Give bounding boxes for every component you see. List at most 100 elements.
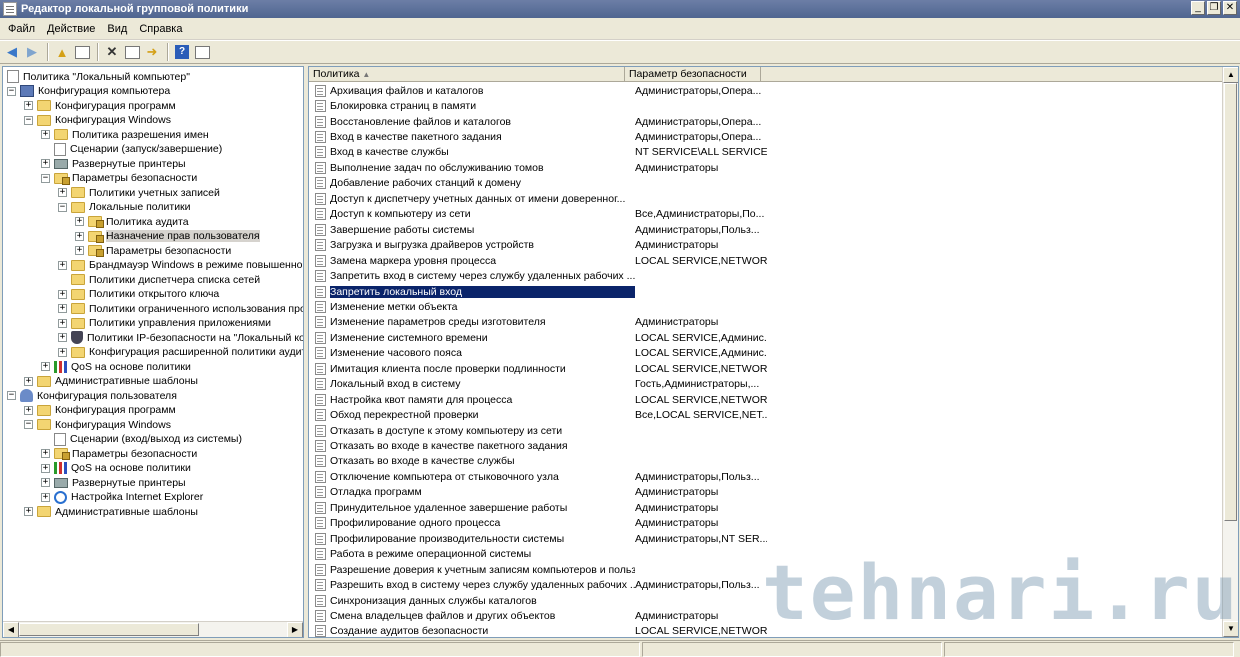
collapse-icon[interactable]: − <box>24 420 33 429</box>
tree-item[interactable]: + Настройка Internet Explorer <box>41 490 203 505</box>
minimize-button[interactable]: _ <box>1191 1 1205 15</box>
expand-icon[interactable]: + <box>41 478 50 487</box>
tree-item[interactable]: + Конфигурация расширенной политики аудит… <box>58 345 303 360</box>
expand-icon[interactable]: + <box>41 159 50 168</box>
tree-item[interactable]: − Локальные политики <box>58 200 191 215</box>
policy-row[interactable]: Профилирование одного процесса Администра… <box>309 516 1224 531</box>
tree-item[interactable]: Сценарии (запуск/завершение) <box>41 142 222 157</box>
collapse-icon[interactable]: − <box>58 202 67 212</box>
policy-row[interactable]: Загрузка и выгрузка драйверов устройств А… <box>309 238 1224 253</box>
tree-item[interactable]: + Назначение прав пользователя <box>75 229 260 244</box>
tree-item[interactable]: + Развернутые принтеры <box>41 475 186 490</box>
expand-icon[interactable]: + <box>58 318 67 328</box>
restore-button[interactable]: ❐ <box>1207 1 1221 15</box>
tree-item[interactable]: + QoS на основе политики <box>41 461 191 476</box>
collapse-icon[interactable]: − <box>7 391 16 400</box>
scroll-left-icon[interactable]: ◀ <box>3 622 19 637</box>
policy-row[interactable]: Блокировка страниц в памяти <box>309 98 1224 113</box>
tree-item[interactable]: + Политики ограниченного использования пр… <box>58 301 303 316</box>
expand-icon[interactable]: + <box>41 362 50 371</box>
expand-icon[interactable]: + <box>41 492 50 502</box>
policy-row[interactable]: Запретить вход в систему через службу уд… <box>309 268 1224 283</box>
tree-item[interactable]: + Развернутые принтеры <box>41 156 186 171</box>
tree-item[interactable]: + Политика аудита <box>75 214 189 229</box>
collapse-icon[interactable]: − <box>24 115 33 125</box>
expand-icon[interactable]: + <box>24 101 33 110</box>
policy-row[interactable]: Отказать в доступе к этому компьютеру из… <box>309 423 1224 438</box>
tree-item[interactable]: + Политики открытого ключа <box>58 287 219 302</box>
properties-icon[interactable] <box>123 43 141 61</box>
tree-item[interactable]: + Брандмауэр Windows в режиме повышенной … <box>58 258 303 273</box>
column-header-policy[interactable]: Политика ▲ <box>309 67 625 82</box>
tree-item[interactable]: − Конфигурация компьютера <box>7 84 170 99</box>
tree-item[interactable]: + Параметры безопасности <box>41 446 197 461</box>
policy-row[interactable]: Запретить локальный вход <box>309 284 1224 299</box>
policy-row[interactable]: Доступ к диспетчеру учетных данных от им… <box>309 191 1224 206</box>
expand-icon[interactable]: + <box>41 130 50 139</box>
expand-icon[interactable]: + <box>41 463 50 473</box>
policy-row[interactable]: Восстановление файлов и каталогов Админис… <box>309 114 1224 129</box>
policy-row[interactable]: Замена маркера уровня процесса LOCAL SERV… <box>309 253 1224 268</box>
tree-item[interactable]: Политика "Локальный компьютер" <box>7 69 190 84</box>
collapse-icon[interactable]: − <box>41 173 50 183</box>
tree-item[interactable]: + Административные шаблоны <box>24 374 198 389</box>
tree-item[interactable]: + Политики IP-безопасности на "Локальный … <box>58 330 303 345</box>
tree-item[interactable]: + Конфигурация программ <box>24 403 176 418</box>
policy-row[interactable]: Изменение метки объекта <box>309 299 1224 314</box>
policy-row[interactable]: Завершение работы системы Администраторы,… <box>309 222 1224 237</box>
policy-row[interactable]: Вход в качестве пакетного задания Админис… <box>309 129 1224 144</box>
tree-item[interactable]: − Параметры безопасности <box>41 171 197 186</box>
up-icon[interactable]: ▲ <box>53 43 71 61</box>
policy-row[interactable]: Профилирование производительности систем… <box>309 531 1224 546</box>
expand-icon[interactable]: + <box>75 217 84 226</box>
menu-help[interactable]: Справка <box>133 23 188 35</box>
expand-icon[interactable]: + <box>58 347 67 357</box>
tree-item[interactable]: − Конфигурация Windows <box>24 113 171 128</box>
policy-row[interactable]: Выполнение задач по обслуживанию томов Ад… <box>309 160 1224 175</box>
policy-row[interactable]: Отказать во входе в качестве службы <box>309 454 1224 469</box>
policy-row[interactable]: Отключение компьютера от стыковочного уз… <box>309 469 1224 484</box>
tree-horizontal-scrollbar[interactable]: ◀ ▶ <box>3 621 303 637</box>
policy-row[interactable]: Доступ к компьютеру из сети Все,Администр… <box>309 207 1224 222</box>
expand-icon[interactable]: + <box>75 246 84 255</box>
policy-row[interactable]: Вход в качестве службы NT SERVICE\ALL SER… <box>309 145 1224 160</box>
tree-item[interactable]: + Конфигурация программ <box>24 98 176 113</box>
tree-item[interactable]: Политики диспетчера списка сетей <box>58 272 260 287</box>
collapse-icon[interactable]: − <box>7 86 16 96</box>
expand-icon[interactable]: + <box>75 231 84 241</box>
policy-row[interactable]: Имитация клиента после проверки подлинно… <box>309 361 1224 376</box>
export-icon[interactable]: ➜ <box>143 43 161 61</box>
expand-icon[interactable]: + <box>24 405 33 415</box>
expand-icon[interactable]: + <box>58 333 67 342</box>
scroll-right-icon[interactable]: ▶ <box>287 622 303 637</box>
policy-row[interactable]: Добавление рабочих станций к домену <box>309 176 1224 191</box>
policy-row[interactable]: Настройка квот памяти для процесса LOCAL … <box>309 392 1224 407</box>
back-icon[interactable]: ◀ <box>3 43 21 61</box>
expand-icon[interactable]: + <box>58 304 67 313</box>
close-button[interactable]: ✕ <box>1223 1 1237 15</box>
scroll-up-icon[interactable]: ▲ <box>1223 67 1238 83</box>
column-header-setting[interactable]: Параметр безопасности <box>625 67 761 82</box>
console-icon[interactable] <box>193 43 211 61</box>
policy-row[interactable]: Изменение системного времени LOCAL SERVIC… <box>309 330 1224 345</box>
delete-icon[interactable]: ✕ <box>103 43 121 61</box>
tree-item[interactable]: + Политики учетных записей <box>58 185 220 200</box>
policy-row[interactable]: Архивация файлов и каталогов Администрато… <box>309 83 1224 98</box>
policy-row[interactable]: Отладка программ Администраторы <box>309 485 1224 500</box>
menu-file[interactable]: Файл <box>2 23 41 35</box>
tree-item[interactable]: − Конфигурация Windows <box>24 417 171 432</box>
tree-item[interactable]: + QoS на основе политики <box>41 359 191 374</box>
policy-row[interactable]: Принудительное удаленное завершение рабо… <box>309 500 1224 515</box>
policy-row[interactable]: Обход перекрестной проверки Все,LOCAL SER… <box>309 407 1224 422</box>
menu-action[interactable]: Действие <box>41 23 101 35</box>
tree-item[interactable]: Сценарии (вход/выход из системы) <box>41 432 242 447</box>
tree-item[interactable]: + Политика разрешения имен <box>41 127 209 142</box>
policy-row[interactable]: Изменение часового пояса LOCAL SERVICE,Ад… <box>309 346 1224 361</box>
expand-icon[interactable]: + <box>24 376 33 386</box>
expand-icon[interactable]: + <box>41 449 50 458</box>
expand-icon[interactable]: + <box>58 289 67 299</box>
expand-icon[interactable]: + <box>24 507 33 516</box>
scroll-thumb[interactable] <box>19 623 199 636</box>
tree-item[interactable]: + Параметры безопасности <box>75 243 231 258</box>
policy-row[interactable]: Отказать во входе в качестве пакетного з… <box>309 438 1224 453</box>
